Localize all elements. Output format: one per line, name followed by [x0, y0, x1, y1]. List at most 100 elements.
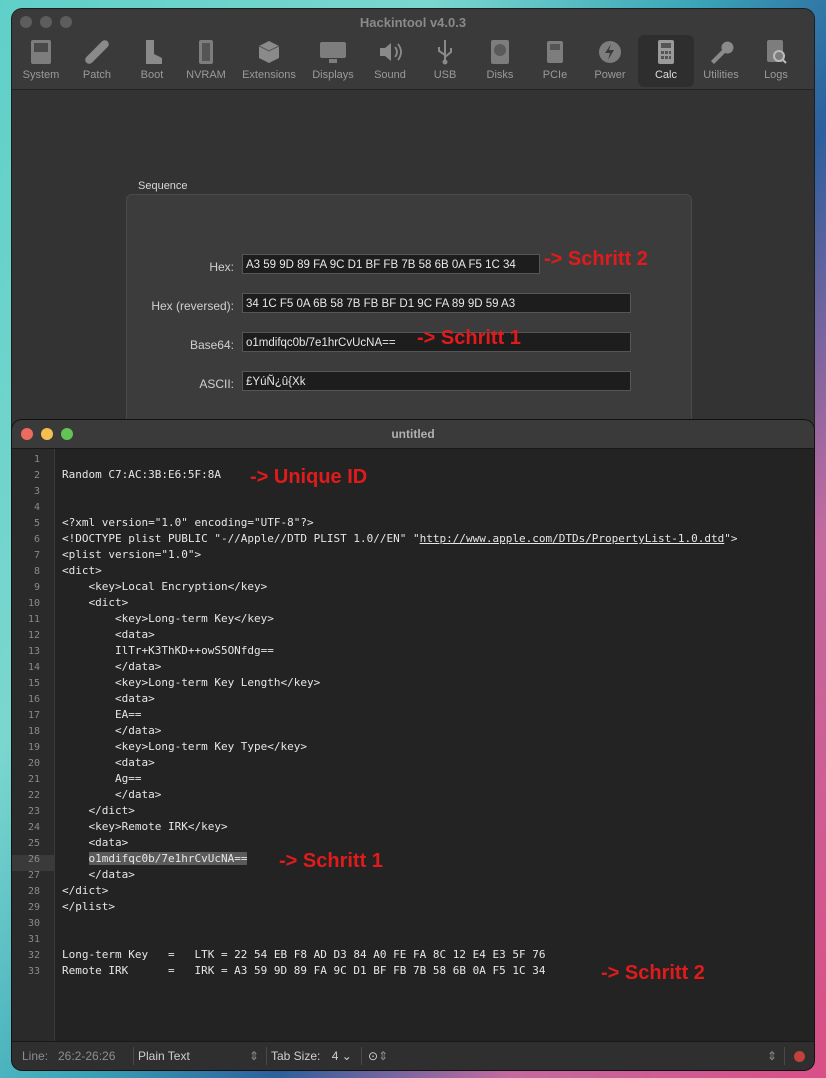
tab-usb[interactable]: USB	[417, 35, 473, 87]
tab-disks[interactable]: Disks	[472, 35, 528, 87]
record-indicator-icon	[794, 1051, 805, 1062]
line-number: 17	[27, 710, 40, 721]
divider	[784, 1047, 785, 1065]
hex-reversed-field[interactable]: 34 1C F5 0A 6B 58 7B FB BF D1 9C FA 89 9…	[242, 293, 631, 313]
chevron-updown-icon[interactable]: ⇕	[767, 1049, 777, 1063]
nvram-icon	[191, 38, 221, 66]
code-line: Remote IRK = IRK = A3 59 9D 89 FA 9C D1 …	[62, 964, 546, 977]
ascii-field[interactable]: £YúÑ¿û{Xk	[242, 371, 631, 391]
code-line: <key>Long-term Key Length</key>	[62, 676, 321, 689]
line-number: 15	[27, 678, 40, 689]
tab-size-selector[interactable]: Tab Size: 4 ⌄	[271, 1049, 352, 1063]
tab-sound[interactable]: Sound	[362, 35, 418, 87]
code-line: </dict>	[62, 884, 109, 897]
code-line: <key>Long-term Key Type</key>	[62, 740, 308, 753]
displays-icon	[318, 38, 348, 66]
line-number: 11	[27, 614, 40, 625]
line-number: 14	[27, 662, 40, 673]
line-number: 23	[27, 806, 40, 817]
sound-icon	[375, 38, 405, 66]
options-menu[interactable]: ⊙⇕	[368, 1049, 388, 1063]
line-number: 3	[33, 486, 40, 497]
hex-reversed-label: Hex (reversed):	[151, 299, 234, 313]
code-line: <data>	[62, 756, 155, 769]
annotation-schritt-1: -> Schritt 1	[417, 327, 521, 349]
line-number: 20	[27, 758, 40, 769]
power-icon	[595, 38, 625, 66]
editor-window: untitled 1 2 3 4 5 6 7 8 9 10 11 12 13 14 15 16 17 18 19 20…	[12, 420, 814, 1070]
sequence-group	[126, 194, 692, 439]
code-line: Ag==	[62, 772, 142, 785]
code-line: <dict>	[62, 564, 102, 577]
code-line: </plist>	[62, 900, 115, 913]
disks-icon	[485, 38, 515, 66]
line-number: 25	[27, 838, 40, 849]
annotation-unique-id: -> Unique ID	[250, 466, 368, 488]
hackintool-window: Hackintool v4.0.3 System Patch Boot NVRA…	[12, 9, 814, 439]
tab-system[interactable]: System	[13, 35, 69, 87]
code-line: <!DOCTYPE plist PUBLIC "-//Apple//DTD PL…	[62, 532, 738, 545]
syntax-selector[interactable]: Plain Text	[138, 1049, 190, 1063]
line-number: 28	[27, 886, 40, 897]
line-number: 13	[27, 646, 40, 657]
divider	[133, 1047, 134, 1065]
divider	[266, 1047, 267, 1065]
tab-pcie[interactable]: PCIe	[527, 35, 583, 87]
code-line: <data>	[62, 836, 129, 849]
tab-patch[interactable]: Patch	[69, 35, 125, 87]
window-title: untitled	[391, 427, 435, 441]
chevron-updown-icon: ⇕	[249, 1049, 260, 1063]
system-icon	[26, 38, 56, 66]
code-line: <data>	[62, 628, 155, 641]
annotation-schritt-2: -> Schritt 2	[601, 962, 705, 984]
calculator-icon	[651, 38, 681, 66]
line-number: 31	[27, 934, 40, 945]
base64-label: Base64:	[189, 338, 234, 352]
line-number: 27	[27, 870, 40, 881]
divider	[361, 1047, 362, 1065]
tab-logs[interactable]: Logs	[748, 35, 804, 87]
code-line: IlTr+K3ThKD++owS5ONfdg==	[62, 644, 274, 657]
extensions-icon	[254, 38, 284, 66]
tab-nvram[interactable]: NVRAM	[178, 35, 234, 87]
code-line: <?xml version="1.0" encoding="UTF-8"?>	[62, 516, 314, 529]
chevron-down-icon: ⌄	[341, 1049, 352, 1063]
code-line: <data>	[62, 692, 155, 705]
code-line: </data>	[62, 724, 162, 737]
chevron-updown-icon: ⇕	[378, 1049, 389, 1063]
patch-icon	[82, 38, 112, 66]
code-line: <key>Long-term Key</key>	[62, 612, 274, 625]
tab-utilities[interactable]: Utilities	[693, 35, 749, 87]
utilities-icon	[706, 38, 736, 66]
code-line: </data>	[62, 660, 162, 673]
code-line: <plist version="1.0">	[62, 548, 202, 561]
tab-extensions[interactable]: Extensions	[241, 35, 297, 87]
syntax-value: Plain Text	[138, 1049, 190, 1063]
ascii-label: ASCII:	[199, 377, 234, 391]
line-number: 10	[27, 598, 40, 609]
tab-power[interactable]: Power	[582, 35, 638, 87]
sequence-title: Sequence	[138, 180, 188, 192]
line-number: 29	[27, 902, 40, 913]
dtd-link[interactable]: http://www.apple.com/DTDs/PropertyList-1…	[420, 532, 725, 545]
hex-field[interactable]: A3 59 9D 89 FA 9C D1 BF FB 7B 58 6B 0A F…	[242, 254, 540, 274]
line-number: 4	[33, 502, 40, 513]
line-label: Line:	[22, 1049, 49, 1063]
line-number: 16	[27, 694, 40, 705]
status-bar: Line: 26:2-26:26 Plain Text ⇕ Tab Size: …	[12, 1041, 814, 1070]
code-line: </data>	[62, 868, 135, 881]
more-icon: ⊙	[368, 1049, 379, 1063]
tab-calc[interactable]: Calc	[638, 35, 694, 87]
line-number: 1	[33, 454, 40, 465]
annotation-schritt-1: -> Schritt 1	[279, 850, 383, 872]
hackintool-titlebar: Hackintool v4.0.3 System Patch Boot NVRA…	[12, 9, 814, 90]
line-number: 7	[33, 550, 40, 561]
tab-size-label: Tab Size:	[271, 1049, 321, 1063]
line-number: 32	[27, 950, 40, 961]
code-line: o1mdifqc0b/7e1hrCvUcNA==	[62, 851, 248, 867]
tab-boot[interactable]: Boot	[124, 35, 180, 87]
logs-icon	[761, 38, 791, 66]
line-position: 26:2-26:26	[58, 1049, 116, 1063]
line-number: 19	[27, 742, 40, 753]
tab-displays[interactable]: Displays	[305, 35, 361, 87]
